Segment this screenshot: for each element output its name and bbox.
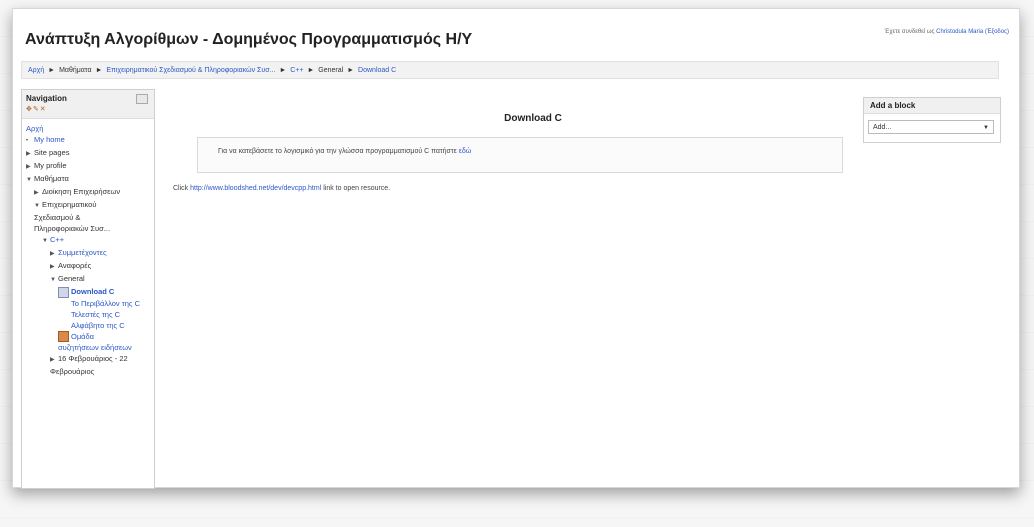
- breadcrumb-separator-icon: ►: [95, 67, 103, 74]
- nav-item-label[interactable]: My profile: [34, 161, 67, 170]
- nav-item-general[interactable]: ▼ General: [26, 273, 154, 286]
- nav-item-my-home[interactable]: • My home: [26, 134, 154, 147]
- nav-item-label[interactable]: 16 Φεβρουάριος - 22 Φεβρουάριος: [50, 354, 128, 376]
- nav-item-label[interactable]: Αλφάβητο της C: [71, 321, 125, 330]
- click-suffix: link to open resource.: [323, 185, 391, 192]
- collapse-arrow-icon[interactable]: ▼: [34, 201, 42, 212]
- nav-item-category[interactable]: ▼ Επιχειρηματικού Σχεδιασμού & Πληροφορια…: [26, 199, 154, 234]
- nav-item-label[interactable]: Download C: [71, 287, 114, 296]
- navigation-block: Navigation ✥✎✕ Αρχή • My home ▶ Site pages…: [21, 89, 155, 489]
- login-info: Έχετε συνδεθεί ως Christodula Maria (Έξο…: [885, 29, 1009, 35]
- bullet-icon: •: [26, 138, 29, 144]
- nav-item-label[interactable]: Συμμετέχοντες: [58, 248, 107, 257]
- nav-item-label[interactable]: Επιχειρηματικού Σχεδιασμού & Πληροφοριακ…: [34, 200, 110, 233]
- breadcrumb-separator-icon: ►: [279, 67, 287, 74]
- breadcrumb-courses: Μαθήματα: [59, 67, 92, 74]
- breadcrumb-separator-icon: ►: [307, 67, 315, 74]
- chevron-down-icon: ▼: [983, 125, 989, 131]
- add-block-panel: Add a block Add... ▼: [863, 97, 1001, 143]
- click-prefix: Click: [173, 185, 189, 192]
- nav-item-label[interactable]: Το Περιβάλλον της C: [71, 299, 140, 308]
- nav-item-label[interactable]: General: [58, 274, 85, 283]
- login-prefix: Έχετε συνδεθεί ως: [884, 29, 935, 35]
- page-title: Ανάπτυξη Αλγορίθμων - Δομημένος Προγραμμ…: [25, 31, 473, 48]
- add-block-selected: Add...: [873, 124, 892, 131]
- resource-icon: [58, 286, 69, 298]
- nav-item-home[interactable]: Αρχή: [26, 123, 154, 134]
- breadcrumb-separator-icon: ►: [48, 67, 56, 74]
- expand-arrow-icon[interactable]: ▶: [26, 149, 34, 160]
- forum-icon: [58, 331, 69, 343]
- login-user-link[interactable]: Christodula Maria (Έξοδος): [936, 29, 1009, 35]
- breadcrumb: Αρχή ► Μαθήματα ► Επιχειρηματικού Σχεδια…: [21, 61, 999, 79]
- expand-arrow-icon[interactable]: ▶: [50, 249, 58, 260]
- breadcrumb-current[interactable]: Download C: [358, 67, 396, 74]
- intro-text: Για να κατεβάσετε το λογισμικό για την γ…: [218, 148, 457, 155]
- nav-item-my-profile[interactable]: ▶ My profile: [26, 160, 154, 173]
- nav-item-download-c[interactable]: Download C: [26, 286, 154, 298]
- resource-link-line: Click http://www.bloodshed.net/dev/devcp…: [173, 185, 390, 192]
- resource-url-link[interactable]: http://www.bloodshed.net/dev/devcpp.html: [190, 185, 321, 192]
- block-action-icons[interactable]: ✥✎✕: [26, 105, 47, 113]
- resource-title: Download C: [504, 113, 562, 124]
- nav-item-label[interactable]: Ομάδα συζητήσεων ειδήσεων: [58, 332, 132, 353]
- navigation-header: Navigation ✥✎✕: [22, 90, 154, 119]
- nav-item-week[interactable]: ▶ 16 Φεβρουάριος - 22 Φεβρουάριος: [26, 353, 154, 377]
- breadcrumb-home[interactable]: Αρχή: [28, 67, 44, 74]
- nav-item-label[interactable]: Site pages: [34, 148, 69, 157]
- nav-item-courses[interactable]: ▼ Μαθήματα: [26, 173, 154, 186]
- expand-arrow-icon[interactable]: ▶: [50, 262, 58, 273]
- intro-link[interactable]: εδώ: [459, 148, 471, 155]
- add-block-title: Add a block: [864, 98, 1000, 114]
- breadcrumb-course[interactable]: C++: [290, 67, 303, 74]
- navigation-title: Navigation: [26, 94, 67, 103]
- add-block-select[interactable]: Add... ▼: [868, 120, 994, 134]
- expand-arrow-icon[interactable]: ▶: [50, 355, 58, 366]
- collapse-arrow-icon[interactable]: ▼: [26, 175, 34, 186]
- nav-item-label[interactable]: Αρχή: [26, 124, 43, 133]
- breadcrumb-category[interactable]: Επιχειρηματικού Σχεδιασμού & Πληροφοριακ…: [106, 67, 275, 74]
- collapse-arrow-icon[interactable]: ▼: [42, 236, 50, 247]
- nav-item-label[interactable]: Διοίκηση Επιχειρήσεων: [42, 187, 120, 196]
- nav-item-label[interactable]: C++: [50, 235, 64, 244]
- nav-item-label[interactable]: My home: [34, 135, 65, 144]
- breadcrumb-section: General: [318, 67, 344, 74]
- nav-item-admin[interactable]: ▶ Διοίκηση Επιχειρήσεων: [26, 186, 154, 199]
- nav-item-label[interactable]: Μαθήματα: [34, 174, 69, 183]
- expand-arrow-icon[interactable]: ▶: [34, 188, 42, 199]
- nav-item-resource-3[interactable]: Αλφάβητο της C: [26, 320, 154, 331]
- nav-item-site-pages[interactable]: ▶ Site pages: [26, 147, 154, 160]
- navigation-tree: Αρχή • My home ▶ Site pages ▶ My profile ▼ Μ…: [22, 119, 154, 377]
- breadcrumb-separator-icon: ►: [347, 67, 355, 74]
- nav-item-label[interactable]: Αναφορές: [58, 261, 91, 270]
- nav-item-cpp[interactable]: ▼ C++: [26, 234, 154, 247]
- dock-icon[interactable]: [136, 94, 148, 104]
- resource-intro: Για να κατεβάσετε το λογισμικό για την γ…: [197, 137, 843, 173]
- browser-page: Ανάπτυξη Αλγορίθμων - Δομημένος Προγραμμ…: [12, 8, 1020, 489]
- nav-item-resource-2[interactable]: Τελεστές της C: [26, 309, 154, 320]
- nav-item-forum[interactable]: Ομάδα συζητήσεων ειδήσεων: [26, 331, 154, 354]
- nav-item-reports[interactable]: ▶ Αναφορές: [26, 260, 154, 273]
- nav-item-label[interactable]: Τελεστές της C: [71, 310, 120, 319]
- collapse-arrow-icon[interactable]: ▼: [50, 275, 58, 286]
- expand-arrow-icon[interactable]: ▶: [26, 162, 34, 173]
- nav-item-participants[interactable]: ▶ Συμμετέχοντες: [26, 247, 154, 260]
- nav-item-resource-1[interactable]: Το Περιβάλλον της C: [26, 298, 154, 309]
